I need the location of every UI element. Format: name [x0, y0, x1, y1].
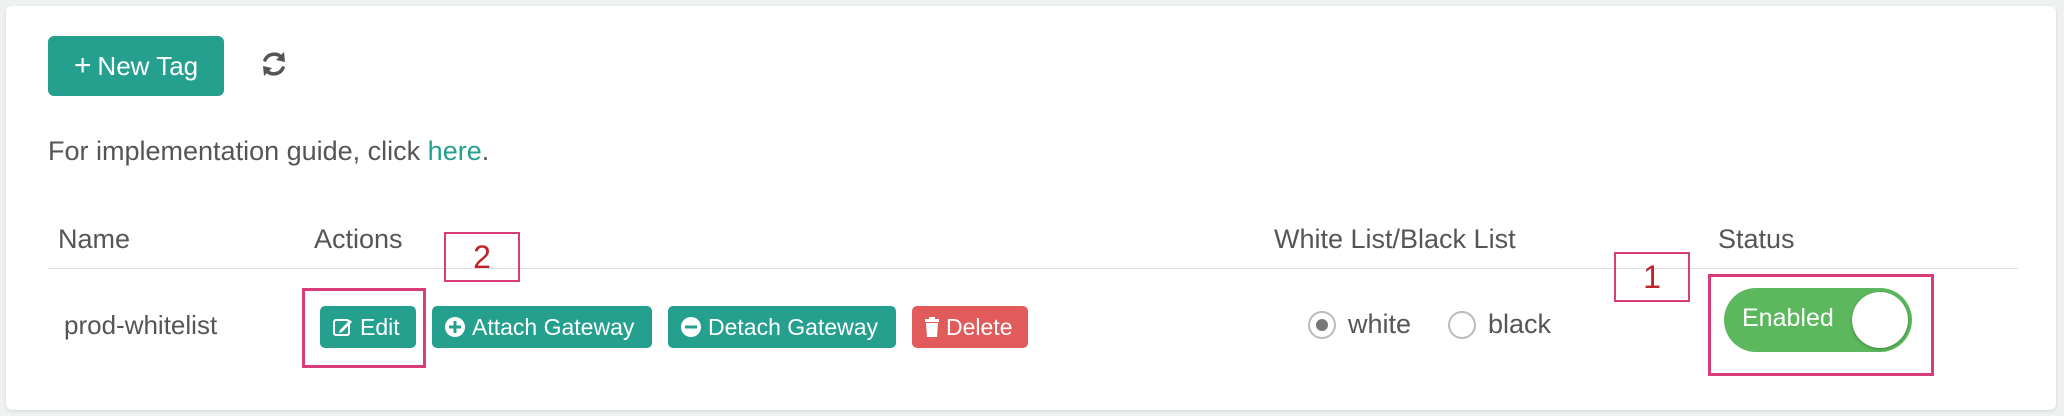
new-tag-button[interactable]: + New Tag [48, 36, 224, 96]
radio-white-circle[interactable] [1308, 310, 1336, 339]
guide-link[interactable]: here [428, 136, 482, 166]
trash-icon [924, 316, 940, 338]
column-header-name: Name [58, 224, 131, 254]
attach-gateway-label: Attach Gateway [472, 313, 635, 340]
guide-text-suffix: . [481, 136, 490, 166]
radio-black-label: black [1488, 309, 1552, 339]
row-name: prod-whitelist [64, 310, 218, 340]
plus-icon: + [73, 49, 92, 82]
new-tag-label: New Tag [97, 50, 199, 81]
detach-gateway-button[interactable]: Detach Gateway [668, 306, 896, 348]
annotation-box-edit [302, 288, 426, 368]
annotation-label-2: 2 [444, 232, 520, 282]
column-header-actions: Actions [314, 224, 403, 254]
table-header-divider [48, 268, 2018, 269]
annotation-box-status [1708, 274, 1934, 376]
column-header-status: Status [1718, 224, 1795, 254]
refresh-icon[interactable] [258, 48, 290, 80]
plus-circle-icon [444, 316, 466, 338]
annotation-label-1: 1 [1614, 252, 1690, 302]
implementation-guide-text: For implementation guide, click here. [48, 136, 489, 167]
column-header-list-type: White List/Black List [1274, 224, 1516, 254]
delete-label: Delete [946, 313, 1013, 340]
attach-gateway-button[interactable]: Attach Gateway [432, 306, 652, 348]
delete-button[interactable]: Delete [912, 306, 1028, 348]
radio-white-label: white [1348, 309, 1412, 339]
radio-selected-dot [1316, 318, 1328, 331]
radio-black-circle[interactable] [1448, 310, 1476, 339]
radio-white[interactable]: white [1308, 309, 1411, 340]
minus-circle-icon [680, 316, 702, 338]
guide-text-prefix: For implementation guide, click [48, 136, 428, 166]
detach-gateway-label: Detach Gateway [708, 313, 879, 340]
radio-black[interactable]: black [1448, 309, 1551, 340]
